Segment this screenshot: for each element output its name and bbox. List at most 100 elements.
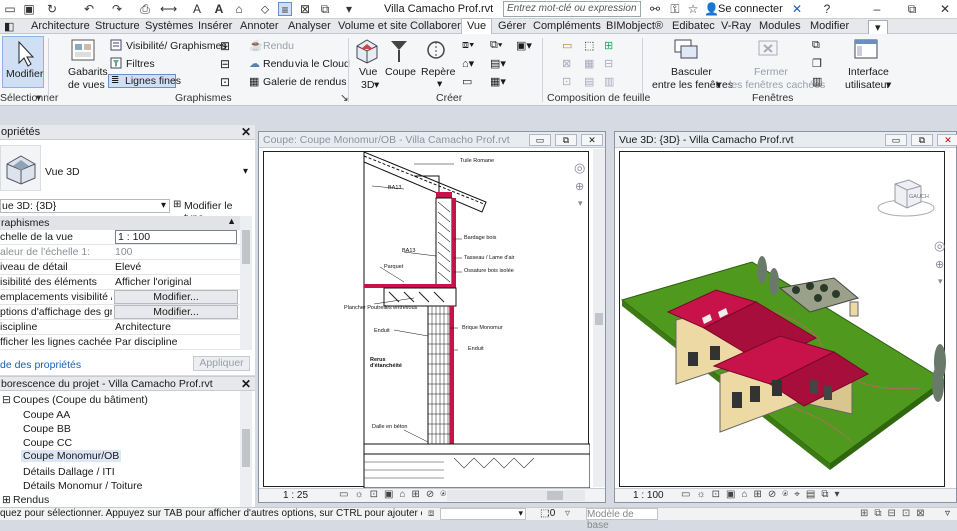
- subscription-icon[interactable]: ⚿: [668, 2, 682, 16]
- elevation-icon[interactable]: ⌂▾: [462, 57, 474, 70]
- switch-windows-icon[interactable]: ⧉: [318, 2, 332, 16]
- scope-box-icon[interactable]: ▣▾: [516, 39, 532, 52]
- selection-toggles-icons[interactable]: ⊞⧉⊟⊡⊠: [860, 508, 931, 519]
- filter-status-icon[interactable]: ▿: [945, 508, 950, 519]
- callout-icon[interactable]: [425, 38, 447, 64]
- tab-view[interactable]: Vue: [461, 18, 493, 34]
- customize-qat-icon[interactable]: ▾: [342, 2, 356, 16]
- tree-item[interactable]: Coupe AA: [23, 409, 70, 421]
- schedules-icon[interactable]: ▦▾: [490, 75, 506, 88]
- project-browser-close-icon[interactable]: ✕: [241, 377, 251, 391]
- thin-lines-button[interactable]: ≣ Lignes fines: [108, 74, 181, 88]
- sync-icon[interactable]: ↻: [45, 2, 59, 16]
- 3d-restore-icon[interactable]: ⧉: [911, 134, 933, 146]
- graphic-display-edit-button[interactable]: Modifier...: [114, 305, 238, 319]
- sheet-icon[interactable]: ▭: [562, 39, 572, 52]
- annotate-text-icon[interactable]: A: [212, 2, 226, 16]
- design-option-dropdown[interactable]: Modèle de base: [586, 508, 658, 531]
- type-dropdown-arrow[interactable]: ▾: [243, 166, 248, 177]
- vg-overrides-edit-button[interactable]: Modifier...: [114, 290, 238, 304]
- help-icon[interactable]: ?: [820, 2, 834, 16]
- prop-row[interactable]: iscipline Architecture: [0, 320, 240, 335]
- switch-windows-button[interactable]: Basculer: [671, 66, 712, 78]
- section-icon[interactable]: ⬦: [258, 2, 272, 16]
- thin-lines-icon[interactable]: ≡: [278, 2, 292, 17]
- view-ref-icon[interactable]: ⊡: [562, 75, 571, 88]
- 3d-view-icon[interactable]: [355, 38, 379, 64]
- ribbon-toggle-button[interactable]: ▾: [868, 20, 888, 35]
- graphics-category[interactable]: raphismes ▲: [0, 216, 240, 230]
- properties-close-icon[interactable]: ✕: [241, 125, 251, 139]
- redo-icon[interactable]: ↷: [110, 2, 124, 16]
- filters-button[interactable]: Filtres: [126, 58, 155, 70]
- minimize-icon[interactable]: –: [870, 2, 884, 16]
- revisions-icon[interactable]: ⊠: [562, 57, 571, 70]
- section-minimize-icon[interactable]: ▭: [529, 134, 551, 146]
- text-icon[interactable]: A: [190, 2, 204, 16]
- replicate-icon[interactable]: ⧉: [812, 39, 820, 52]
- apply-button[interactable]: Appliquer: [193, 356, 250, 371]
- zoom-icon[interactable]: ⊕: [935, 258, 944, 271]
- section-canvas[interactable]: Tuile Romane BA13 Bardage bois BA13 Tass…: [263, 151, 591, 489]
- workset-dropdown[interactable]: ▾: [440, 508, 526, 520]
- print-icon[interactable]: ⎙: [138, 2, 152, 16]
- restore-icon[interactable]: ⧉: [905, 2, 919, 16]
- steering-wheel-icon[interactable]: ◎: [574, 160, 585, 176]
- legends-icon[interactable]: ▤▾: [490, 57, 506, 70]
- filter-icon[interactable]: ▿: [565, 508, 570, 519]
- close-hidden-windows-button[interactable]: Fermer: [754, 66, 788, 78]
- tree-toggle-icon[interactable]: ⊟: [2, 394, 11, 406]
- user-interface-icon[interactable]: [853, 38, 879, 62]
- tab-vray[interactable]: V-Ray: [721, 20, 751, 32]
- modify-button[interactable]: Modifier: [2, 36, 44, 88]
- tree-item[interactable]: Coupe BB: [23, 423, 71, 435]
- tab-insert[interactable]: Insérer: [198, 20, 232, 32]
- close-hidden-windows-icon[interactable]: [756, 38, 782, 62]
- tab-manage[interactable]: Gérer: [498, 20, 526, 32]
- title-block-icon[interactable]: ⬚: [584, 39, 594, 52]
- render-gallery-button[interactable]: Galerie de rendus: [263, 76, 346, 88]
- section-scale[interactable]: 1 : 25: [283, 490, 308, 501]
- show-hidden-icon[interactable]: ⊞: [220, 39, 230, 53]
- section-scrollbar-h[interactable]: [447, 490, 585, 501]
- tree-item[interactable]: Détails Monomur / Toiture: [23, 480, 142, 492]
- user-icon[interactable]: 👤: [704, 2, 719, 16]
- undo-icon[interactable]: ↶: [82, 2, 96, 16]
- tree-item-renders[interactable]: Rendus: [13, 494, 49, 506]
- switch-windows-icon[interactable]: [673, 38, 699, 62]
- tab-annotate[interactable]: Annoter: [240, 20, 279, 32]
- view-cube[interactable]: GAUCH: [875, 172, 937, 218]
- temp-view-icon[interactable]: ⊡: [220, 75, 230, 89]
- tab-systems[interactable]: Systèmes: [145, 20, 193, 32]
- sign-in-link[interactable]: Se connecter: [718, 3, 783, 15]
- tree-item[interactable]: Détails Dallage / ITI: [23, 466, 115, 478]
- app-menu-button[interactable]: ◧: [4, 20, 14, 33]
- close-hidden-icon[interactable]: ⊠: [298, 2, 312, 16]
- close-icon[interactable]: ✕: [938, 2, 952, 16]
- select-group-label[interactable]: Sélectionner: [0, 92, 58, 104]
- tile-icon[interactable]: ▥: [812, 75, 822, 88]
- matchline-icon[interactable]: ⊟: [604, 57, 613, 70]
- section-restore-icon[interactable]: ⧉: [555, 134, 577, 146]
- 3d-view-icon[interactable]: ⌂: [232, 2, 246, 16]
- star-icon[interactable]: ☆: [686, 2, 700, 16]
- cascade-icon[interactable]: ❐: [812, 57, 822, 70]
- cut-profile-icon[interactable]: ⊟: [220, 57, 230, 71]
- viewports-icon[interactable]: ▤: [584, 75, 594, 88]
- prop-row[interactable]: fficher les lignes cachées Par discipline: [0, 335, 240, 350]
- section-scrollbar-v[interactable]: [593, 149, 605, 487]
- search-input[interactable]: Entrez mot-clé ou expression: [503, 1, 641, 17]
- view-scale-input[interactable]: 1 : 100: [115, 230, 237, 244]
- tree-item-selected[interactable]: Coupe Monomur/OB: [21, 450, 122, 462]
- prop-row[interactable]: iveau de détail Elevé: [0, 260, 240, 275]
- section-icon[interactable]: [388, 38, 410, 64]
- steering-wheel-icon[interactable]: ◎: [934, 238, 945, 254]
- tab-edibatec[interactable]: Edibatec: [672, 20, 715, 32]
- section-button[interactable]: Coupe: [385, 66, 416, 78]
- 3d-scale[interactable]: 1 : 100: [633, 490, 664, 501]
- 3d-close-icon[interactable]: ✕: [937, 134, 957, 146]
- worksets-icon[interactable]: ⧈: [428, 508, 434, 519]
- zoom-icon[interactable]: ⊕: [575, 180, 584, 193]
- view-controls-icons[interactable]: ▭☼⊡▣⌂⊞⊘⍟⌖▤⧉▾: [681, 489, 845, 500]
- tab-structure[interactable]: Structure: [95, 20, 140, 32]
